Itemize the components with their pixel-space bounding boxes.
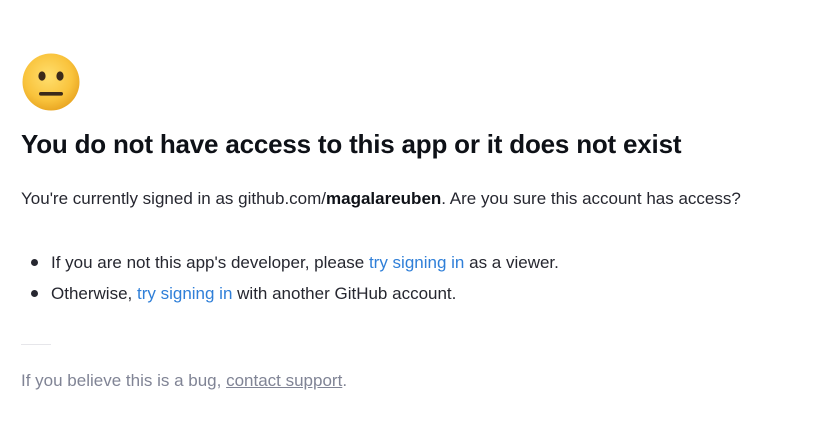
divider <box>21 344 51 345</box>
access-denied-panel: You do not have access to this app or it… <box>21 52 811 390</box>
bug-suffix: . <box>342 371 348 390</box>
list-item-prefix: Otherwise, <box>51 284 137 303</box>
list-item: Otherwise, try signing in with another G… <box>21 278 559 309</box>
signed-in-prefix: You're currently signed in as github.com… <box>21 189 327 208</box>
bug-prefix: If you believe this is a bug, <box>21 371 227 390</box>
neutral-face-icon <box>22 53 80 111</box>
instructions-list: If you are not this app's developer, ple… <box>21 247 559 309</box>
try-signing-in-other-account-link[interactable]: try signing in <box>137 284 232 303</box>
signed-in-username: magalareuben <box>326 189 442 208</box>
list-item: If you are not this app's developer, ple… <box>21 247 559 278</box>
list-item-suffix: with another GitHub account. <box>232 284 457 303</box>
list-item-suffix: as a viewer. <box>464 253 559 272</box>
signed-in-suffix: . Are you sure this account has access? <box>441 189 741 208</box>
signed-in-message: You're currently signed in as github.com… <box>21 189 741 209</box>
list-item-prefix: If you are not this app's developer, ple… <box>51 253 369 272</box>
bullet-icon <box>31 259 38 266</box>
bug-report-message: If you believe this is a bug, contact su… <box>21 371 347 391</box>
try-signing-in-viewer-link[interactable]: try signing in <box>369 253 464 272</box>
page-title: You do not have access to this app or it… <box>21 129 682 159</box>
contact-support-link[interactable]: contact support <box>226 371 342 390</box>
bullet-icon <box>31 290 38 297</box>
